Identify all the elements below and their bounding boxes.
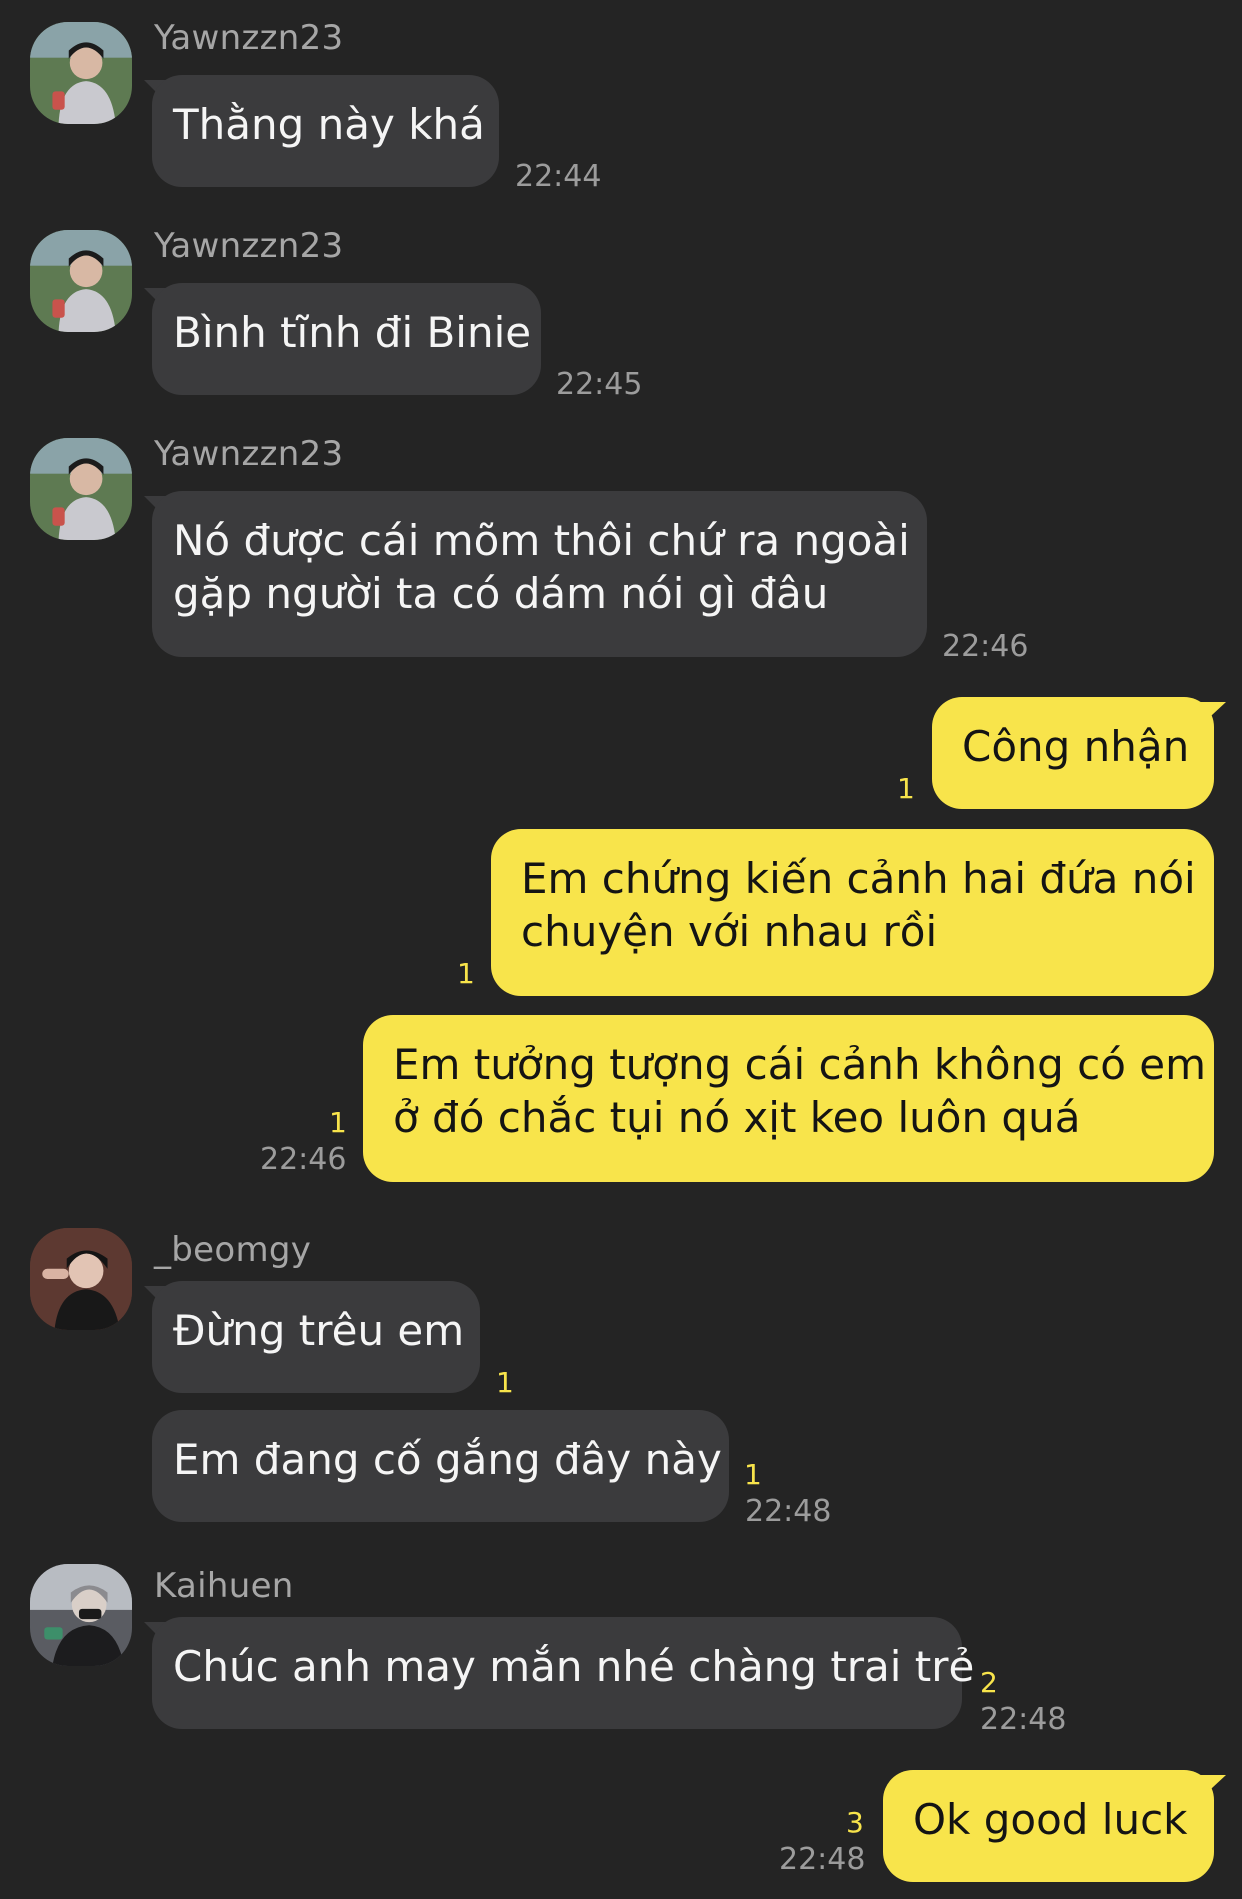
avatar-yawnzzn23[interactable] [30,438,132,540]
sender-name: Yawnzzn23 [154,18,344,58]
message-bubble[interactable]: Em chứng kiến cảnh hai đứa nói chuyện vớ… [491,829,1214,996]
unread-count: 1 [457,957,475,990]
message-text: Bình tĩnh đi Binie [173,308,532,357]
message-text: Em đang cố gắng đây này [173,1435,722,1484]
message-bubble[interactable]: Chúc anh may mắn nhé chàng trai trẻ [152,1617,974,1729]
message-line: gặp người ta có dám nói gì đâu [173,569,829,618]
message-text: Công nhận [962,722,1190,771]
avatar-image [30,438,132,540]
message-line: Em chứng kiến cảnh hai đứa nói [521,854,1196,903]
message-text: Chúc anh may mắn nhé chàng trai trẻ [173,1642,975,1691]
message-time: 22:45 [556,367,643,402]
unread-count: 1 [897,772,915,805]
message-line: Em tưởng tượng cái cảnh không có em [393,1040,1207,1089]
message-time: 22:48 [779,1842,866,1877]
avatar-beomgy[interactable] [30,1228,132,1330]
message-time: 22:46 [260,1142,347,1177]
sender-name: Kaihuen [154,1566,294,1606]
sender-name: _beomgy [154,1230,312,1270]
unread-count: 1 [496,1366,514,1399]
message-text: Ok good luck [913,1795,1188,1844]
message-text: Thằng này khá [173,100,485,149]
message-line: chuyện với nhau rồi [521,907,938,956]
avatar-kaihuen[interactable] [30,1564,132,1666]
avatar-image [30,1228,132,1330]
message-bubble[interactable]: Công nhận [932,697,1214,809]
message-time: 22:48 [980,1702,1067,1737]
message-time: 22:48 [745,1494,832,1529]
sender-name: Yawnzzn23 [154,226,344,266]
unread-count: 3 [846,1806,864,1839]
avatar-image [30,22,132,124]
avatar-yawnzzn23[interactable] [30,230,132,332]
message-bubble[interactable]: Bình tĩnh đi Binie [152,283,541,395]
avatar-image [30,1564,132,1666]
message-bubble[interactable]: Ok good luck [883,1770,1214,1882]
message-time: 22:46 [942,629,1029,664]
message-line: ở đó chắc tụi nó xịt keo luôn quá [393,1093,1081,1142]
message-bubble[interactable]: Thằng này khá [152,75,499,187]
unread-count: 1 [329,1106,347,1139]
avatar-image [30,230,132,332]
avatar-yawnzzn23[interactable] [30,22,132,124]
message-text: Đừng trêu em [173,1306,465,1355]
sender-name: Yawnzzn23 [154,434,344,474]
message-bubble[interactable]: Đừng trêu em [152,1281,480,1393]
message-bubble[interactable]: Nó được cái mõm thôi chứ ra ngoài gặp ng… [152,491,927,657]
unread-count: 2 [980,1666,998,1699]
message-bubble[interactable]: Em tưởng tượng cái cảnh không có em ở đó… [363,1015,1214,1182]
message-time: 22:44 [515,159,602,194]
message-bubble[interactable]: Em đang cố gắng đây này [152,1410,729,1522]
message-line: Nó được cái mõm thôi chứ ra ngoài [173,516,910,565]
unread-count: 1 [744,1458,762,1491]
